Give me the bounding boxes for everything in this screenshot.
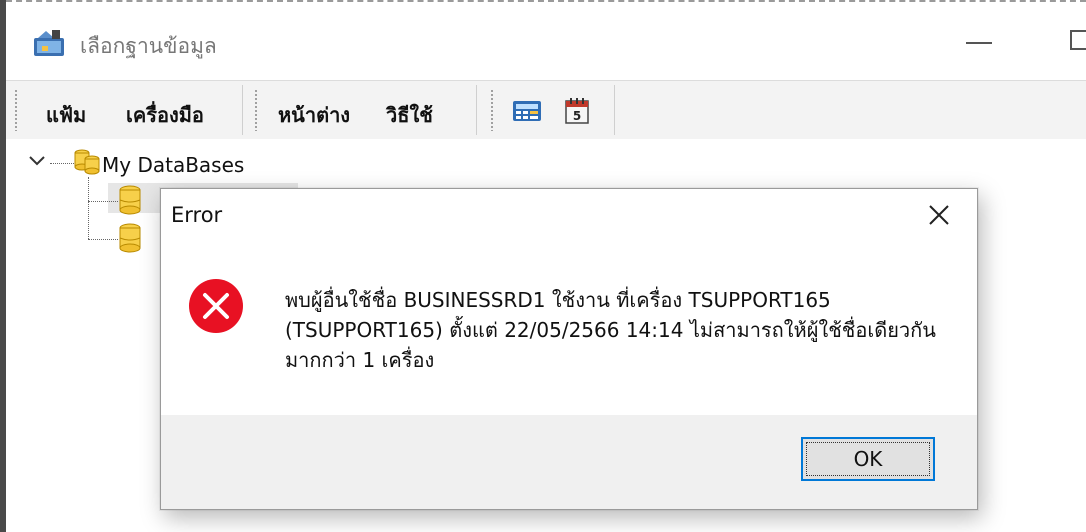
menu-tools[interactable]: เครื่องมือ [126, 99, 204, 131]
tree-line [88, 201, 118, 202]
toolbar-separator [242, 85, 243, 135]
calculator-icon[interactable] [512, 97, 542, 125]
error-dialog: Error พบผู้อื่นใช้ชื่อ BUSINESSRD1 ใช้งา… [160, 188, 978, 510]
error-icon [187, 277, 245, 335]
database-icon[interactable] [118, 185, 142, 219]
toolbar-grip[interactable] [254, 89, 258, 131]
tree-root-label[interactable]: My DataBases [102, 153, 244, 177]
ok-button[interactable]: OK [801, 437, 935, 481]
dialog-body: พบผู้อื่นใช้ชื่อ BUSINESSRD1 ใช้งาน ที่เ… [161, 241, 977, 415]
menu-toolbar: แฟ้ม เครื่องมือ หน้าต่าง วิธีใช้ 5 [6, 80, 1086, 140]
minimize-button[interactable] [966, 42, 992, 44]
database-app-icon [32, 28, 68, 58]
dialog-title: Error [171, 203, 223, 227]
window-title: เลือกฐานข้อมูล [80, 34, 217, 58]
title-bar: เลือกฐานข้อมูล [6, 2, 1086, 80]
toolbar-separator [614, 85, 615, 135]
calendar-icon[interactable]: 5 [562, 97, 592, 125]
tree-line [88, 177, 89, 239]
tree-line [88, 239, 118, 240]
maximize-button[interactable] [1070, 30, 1086, 50]
menu-file[interactable]: แฟ้ม [46, 99, 86, 131]
calendar-day: 5 [573, 109, 581, 123]
tree-line [50, 163, 74, 164]
database-icon[interactable] [118, 223, 142, 257]
menu-window[interactable]: หน้าต่าง [278, 99, 350, 131]
dialog-title-bar: Error [161, 189, 977, 241]
menu-help[interactable]: วิธีใช้ [386, 99, 433, 131]
toolbar-separator [476, 85, 477, 135]
toolbar-grip[interactable] [490, 89, 494, 131]
toolbar-grip[interactable] [14, 89, 18, 131]
main-window: เลือกฐานข้อมูล แฟ้ม เครื่องมือ หน้าต่าง … [0, 0, 1086, 532]
close-icon[interactable] [927, 203, 951, 227]
chevron-down-icon[interactable] [28, 153, 46, 167]
error-message: พบผู้อื่นใช้ชื่อ BUSINESSRD1 ใช้งาน ที่เ… [285, 288, 936, 372]
database-group-icon [72, 147, 102, 181]
